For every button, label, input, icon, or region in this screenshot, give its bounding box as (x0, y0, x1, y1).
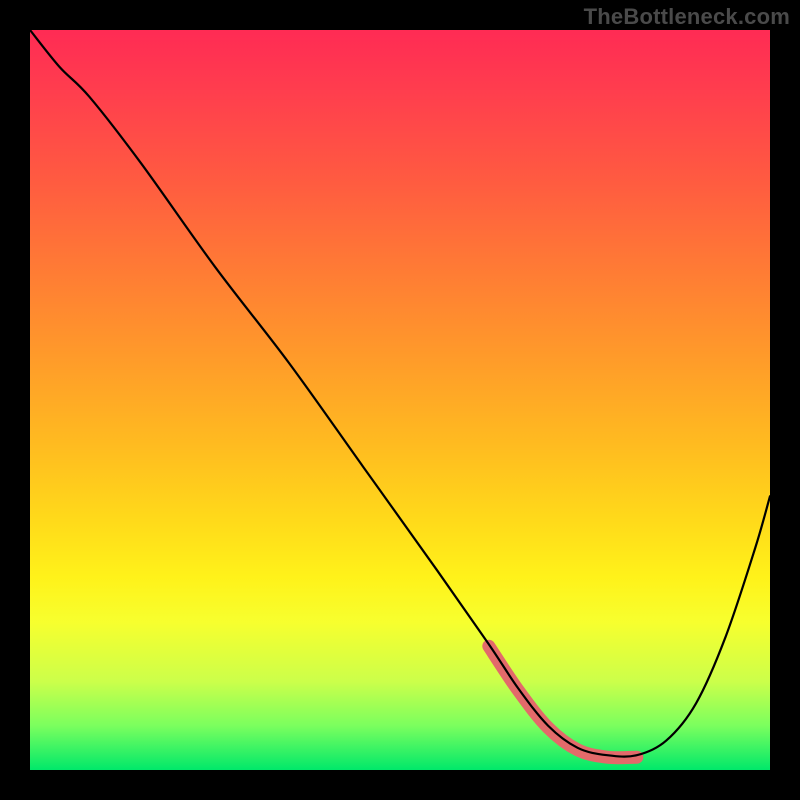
watermark-text: TheBottleneck.com (584, 4, 790, 30)
plot-area (30, 30, 770, 770)
bottleneck-curve (30, 30, 770, 757)
highlight-segment (489, 646, 637, 758)
curve-svg (30, 30, 770, 770)
chart-frame: TheBottleneck.com (0, 0, 800, 800)
